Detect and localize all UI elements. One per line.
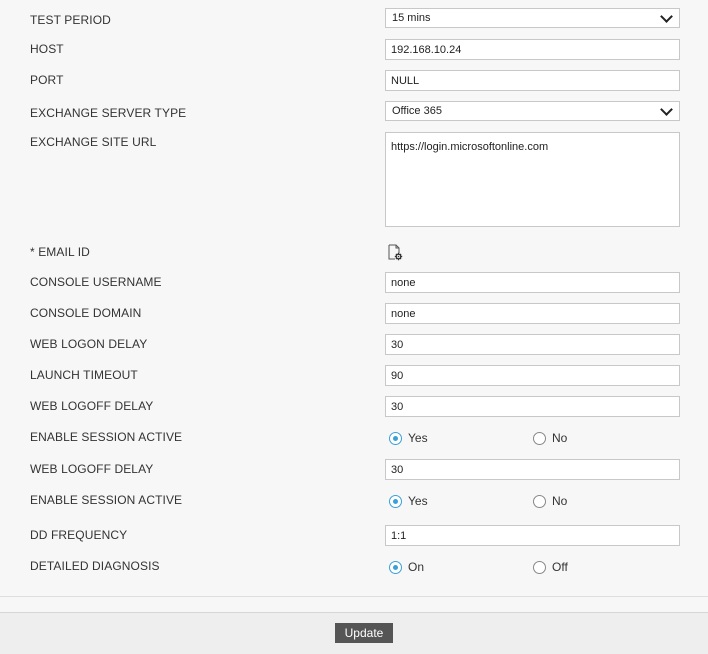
test-period-label: TEST PERIOD [30,13,111,27]
console-username-input[interactable] [385,272,680,293]
divider [0,596,708,597]
launch-timeout-input[interactable] [385,365,680,386]
launch-timeout-label: LAUNCH TIMEOUT [30,368,138,382]
radio-checked-icon [389,494,402,508]
test-period-value: 15 mins [392,12,431,24]
footer-bar: Update [0,612,708,654]
radio-label-yes: Yes [408,494,428,508]
exchange-site-url-label: EXCHANGE SITE URL [30,135,157,149]
web-logon-delay-input[interactable] [385,334,680,355]
web-logoff-delay-label-2: WEB LOGOFF DELAY [30,462,154,476]
dd-frequency-label: DD FREQUENCY [30,528,128,542]
web-logoff-delay-input[interactable] [385,396,680,417]
chevron-down-icon [660,9,673,23]
console-domain-label: CONSOLE DOMAIN [30,306,142,320]
web-logon-delay-label: WEB LOGON DELAY [30,337,148,351]
enable-session-active-no-radio-2[interactable]: No [533,494,567,508]
update-button[interactable]: Update [335,623,393,643]
radio-unchecked-icon [533,494,546,508]
exchange-server-type-label: EXCHANGE SERVER TYPE [30,106,187,120]
radio-label-yes: Yes [408,431,428,445]
detailed-diagnosis-on-radio[interactable]: On [389,560,424,574]
detailed-diagnosis-off-radio[interactable]: Off [533,560,568,574]
enable-session-active-yes-radio-2[interactable]: Yes [389,494,428,508]
port-label: PORT [30,73,64,87]
radio-checked-icon [389,560,402,574]
chevron-down-icon [660,102,673,116]
exchange-server-type-select[interactable]: Office 365 [385,101,680,121]
radio-label-off: Off [552,560,568,574]
radio-checked-icon [389,431,402,445]
web-logoff-delay-label: WEB LOGOFF DELAY [30,399,154,413]
console-username-label: CONSOLE USERNAME [30,275,162,289]
host-input[interactable] [385,39,680,60]
email-id-label: * EMAIL ID [30,245,90,259]
exchange-site-url-textarea[interactable]: https://login.microsoftonline.com [385,132,680,227]
console-domain-input[interactable] [385,303,680,324]
detailed-diagnosis-label: DETAILED DIAGNOSIS [30,559,160,573]
enable-session-active-label-2: ENABLE SESSION ACTIVE [30,493,183,507]
enable-session-active-yes-radio[interactable]: Yes [389,431,428,445]
port-input[interactable] [385,70,680,91]
radio-label-on: On [408,560,425,574]
radio-label-no: No [552,431,568,445]
radio-label-no: No [552,494,568,508]
enable-session-active-no-radio[interactable]: No [533,431,567,445]
document-gear-icon[interactable] [387,244,403,261]
radio-unchecked-icon [533,431,546,445]
host-label: HOST [30,42,64,56]
exchange-server-type-value: Office 365 [392,105,442,117]
dd-frequency-input[interactable] [385,525,680,546]
web-logoff-delay-input-2[interactable] [385,459,680,480]
test-period-select[interactable]: 15 mins [385,8,680,28]
radio-unchecked-icon [533,560,546,574]
enable-session-active-label: ENABLE SESSION ACTIVE [30,430,183,444]
